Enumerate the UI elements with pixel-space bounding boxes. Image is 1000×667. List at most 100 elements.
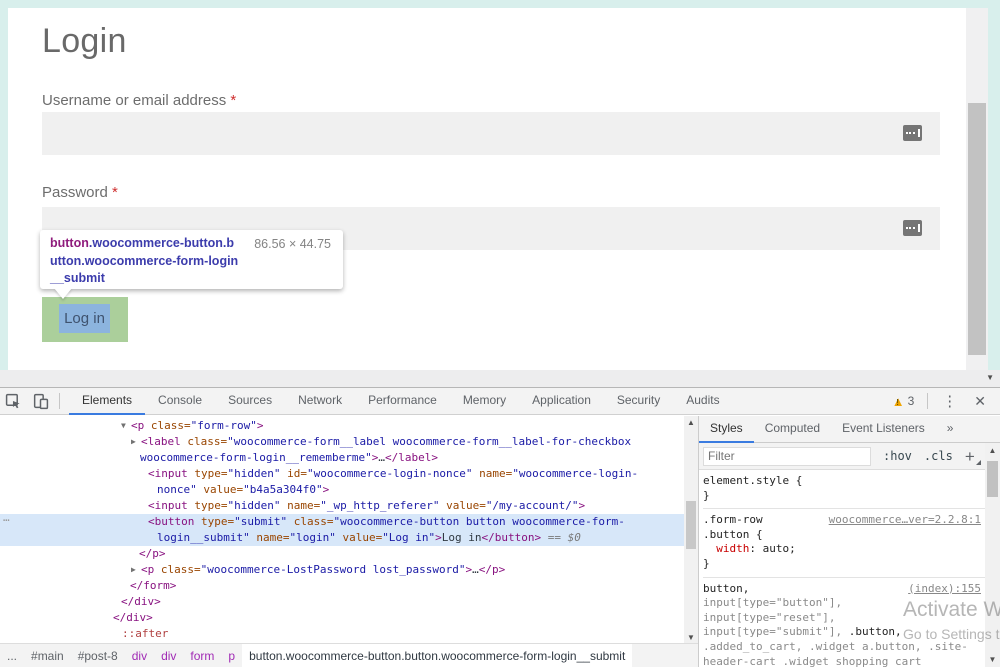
username-field[interactable] <box>42 112 940 155</box>
input-assist-icon[interactable] <box>903 125 922 141</box>
row-hover-dots-icon[interactable]: … <box>3 510 11 526</box>
style-rule-line[interactable]: header-cart .widget_shopping_cart <box>703 655 985 667</box>
code-token: <input <box>148 467 188 480</box>
breadcrumb-item[interactable]: ... <box>0 644 24 667</box>
scroll-up-icon[interactable]: ▲ <box>684 418 698 427</box>
styles-filter-input[interactable] <box>703 447 871 466</box>
code-token: class= <box>287 515 333 528</box>
device-toolbar-icon[interactable] <box>27 388 54 414</box>
style-rule-line[interactable]: input[type="submit"], .button, <box>703 625 985 640</box>
scroll-up-icon[interactable]: ▲ <box>985 446 1000 455</box>
code-line[interactable]: ▶<p class="woocommerce-LostPassword lost… <box>0 562 684 578</box>
code-line[interactable]: </div> <box>0 610 684 626</box>
styles-scrollbar[interactable]: ▲ ▼ <box>985 443 1000 667</box>
devtools-tab-security[interactable]: Security <box>604 388 673 415</box>
code-line[interactable]: …<button type="submit" class="woocommerc… <box>0 514 684 530</box>
expand-arrow-icon[interactable]: ▼ <box>121 418 131 434</box>
style-rule-line[interactable]: woocommerce…ver=2.2.8:1.form-row <box>703 513 985 528</box>
page-scrollbar[interactable] <box>966 8 988 370</box>
styles-tab-more[interactable]: » <box>936 416 965 443</box>
devtools-tab-elements[interactable]: Elements <box>69 388 145 415</box>
scroll-down-icon[interactable]: ▼ <box>986 373 994 382</box>
login-button-label: Log in <box>64 310 105 327</box>
page-scrollbar-thumb[interactable] <box>968 103 986 355</box>
style-rule-line[interactable]: .button { <box>703 528 985 543</box>
devtools-toolbar: ElementsConsoleSourcesNetworkPerformance… <box>0 388 1000 415</box>
close-devtools-icon[interactable]: ✕ <box>966 393 994 410</box>
scroll-down-icon[interactable]: ▼ <box>985 655 1000 664</box>
warning-badge[interactable]: ▲ ! 3 <box>892 394 915 408</box>
code-token: > <box>435 531 442 544</box>
code-token: </label> <box>385 451 438 464</box>
style-rule-line[interactable]: element.style { <box>703 474 985 489</box>
code-token: "submit" <box>234 515 287 528</box>
devtools-tab-network[interactable]: Network <box>285 388 355 415</box>
style-rule-line[interactable]: } <box>703 489 985 504</box>
breadcrumb-item[interactable]: button.woocommerce-button.button.woocomm… <box>242 644 632 667</box>
class-toggle[interactable]: .cls <box>924 449 953 463</box>
input-assist-icon[interactable] <box>903 220 922 236</box>
devtools-tab-memory[interactable]: Memory <box>450 388 519 415</box>
code-line[interactable]: nonce" value="b4a5a304f0"> <box>0 482 684 498</box>
elements-scrollbar[interactable]: ▲ ▼ <box>684 416 698 644</box>
breadcrumb-item[interactable]: #main <box>24 644 71 667</box>
devtools-tab-performance[interactable]: Performance <box>355 388 450 415</box>
code-line[interactable]: <input type="hidden" name="_wp_http_refe… <box>0 498 684 514</box>
breadcrumb-item[interactable]: p <box>221 644 242 667</box>
code-line[interactable]: woocommerce-form-login__rememberme">…</l… <box>0 450 684 466</box>
breadcrumb-item[interactable]: div <box>154 644 183 667</box>
style-rule: element.style {} <box>703 473 985 506</box>
styles-tab-styles[interactable]: Styles <box>699 416 754 443</box>
dot-icon <box>906 132 908 134</box>
code-line[interactable]: </form> <box>0 578 684 594</box>
styles-tab-event-listeners[interactable]: Event Listeners <box>831 416 936 443</box>
scroll-down-icon[interactable]: ▼ <box>684 633 698 642</box>
style-rule-line[interactable]: width: auto; <box>703 542 985 557</box>
code-token: "b4a5a304f0" <box>243 483 322 496</box>
code-line[interactable]: login__submit" name="login" value="Log i… <box>0 530 684 546</box>
styles-scrollbar-thumb[interactable] <box>987 461 998 497</box>
code-line[interactable]: ▼<p class="form-row"> <box>0 418 684 434</box>
dot-icon <box>913 227 915 229</box>
styles-sidebar: StylesComputedEvent Listeners» :hov .cls… <box>698 416 1000 667</box>
bar-icon <box>918 129 920 137</box>
breadcrumb-item[interactable]: div <box>125 644 154 667</box>
style-rule-line[interactable]: (index):155button, <box>703 582 985 597</box>
breadcrumb-item[interactable]: form <box>183 644 221 667</box>
pseudo-class-toggle[interactable]: :hov <box>883 449 912 463</box>
style-rule-line[interactable]: } <box>703 557 985 572</box>
overflow-menu-icon[interactable]: ⋮ <box>933 392 966 410</box>
style-token: { <box>789 474 802 487</box>
page-scrollbar-bottom[interactable]: ▼ <box>0 370 1000 387</box>
devtools-tab-application[interactable]: Application <box>519 388 604 415</box>
stylesheet-link[interactable]: woocommerce…ver=2.2.8:1 <box>829 513 981 528</box>
code-line[interactable]: </p> <box>0 546 684 562</box>
style-token: .button <box>703 528 749 541</box>
stylesheet-link[interactable]: (index):155 <box>908 582 981 597</box>
code-token: > <box>579 499 586 512</box>
expand-arrow-icon[interactable]: ▶ <box>131 562 141 578</box>
styles-tab-computed[interactable]: Computed <box>754 416 831 443</box>
tooltip-arrow <box>54 288 72 299</box>
elements-scrollbar-thumb[interactable] <box>686 501 696 549</box>
inspect-element-icon[interactable] <box>0 388 27 414</box>
style-token: input[type="button"], <box>703 596 842 609</box>
expand-arrow-icon[interactable]: ▶ <box>131 434 141 450</box>
style-token: width <box>703 542 749 555</box>
code-token: name= <box>250 531 290 544</box>
login-button[interactable]: Log in <box>42 297 128 342</box>
devtools-tab-sources[interactable]: Sources <box>215 388 285 415</box>
devtools-tab-console[interactable]: Console <box>145 388 215 415</box>
screen: Login Username or email address * Passwo… <box>0 0 1000 667</box>
code-line[interactable]: </div> <box>0 594 684 610</box>
breadcrumb-item[interactable]: #post-8 <box>71 644 125 667</box>
style-rule-line[interactable]: .added_to_cart, .widget a.button, .site- <box>703 640 985 655</box>
code-line[interactable]: ::after <box>0 626 684 642</box>
style-rule-line[interactable]: input[type="reset"], <box>703 611 985 626</box>
code-token: </form> <box>130 579 176 592</box>
code-line[interactable]: <input type="hidden" id="woocommerce-log… <box>0 466 684 482</box>
code-line[interactable]: ▶<label class="woocommerce-form__label w… <box>0 434 684 450</box>
devtools-tab-audits[interactable]: Audits <box>673 388 732 415</box>
style-rule-line[interactable]: input[type="button"], <box>703 596 985 611</box>
new-style-rule-button[interactable]: + <box>965 448 975 465</box>
